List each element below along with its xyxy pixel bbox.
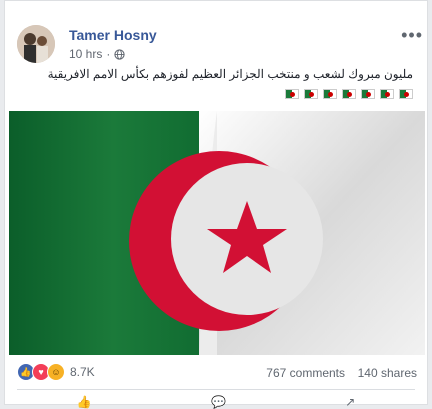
more-options-button[interactable]: ••• bbox=[401, 25, 423, 46]
separator-dot: · bbox=[106, 47, 111, 61]
algeria-flag-icon bbox=[399, 89, 413, 99]
post-actions: 👍 💬 ↗ bbox=[17, 395, 415, 409]
comments-count[interactable]: 767 comments bbox=[266, 366, 345, 380]
post-meta: 10 hrs · bbox=[69, 47, 125, 61]
post-header: Tamer Hosny 10 hrs · ••• bbox=[15, 21, 425, 63]
flag-emoji-row bbox=[285, 89, 413, 99]
algeria-flag-icon bbox=[323, 89, 337, 99]
reactions-summary[interactable]: 👍 ♥ ☺ 8.7K bbox=[17, 363, 95, 381]
avatar-image bbox=[17, 25, 55, 63]
like-button-icon[interactable]: 👍 bbox=[77, 395, 92, 409]
divider bbox=[17, 389, 415, 390]
haha-icon: ☺ bbox=[47, 363, 65, 381]
algeria-flag-icon bbox=[380, 89, 394, 99]
algeria-flag-image bbox=[9, 111, 425, 355]
post-image[interactable] bbox=[9, 111, 425, 355]
post-stats: 👍 ♥ ☺ 8.7K 767 comments 140 shares bbox=[17, 363, 417, 383]
algeria-flag-icon bbox=[304, 89, 318, 99]
author-avatar[interactable] bbox=[17, 25, 55, 63]
shares-count[interactable]: 140 shares bbox=[358, 366, 417, 380]
post-card: Tamer Hosny 10 hrs · ••• مليون مبروك لشع… bbox=[4, 0, 428, 409]
post-time[interactable]: 10 hrs bbox=[69, 47, 102, 61]
author-name[interactable]: Tamer Hosny bbox=[69, 27, 157, 43]
post-text: مليون مبروك لشعب و منتخب الجزائر العظيم … bbox=[47, 67, 413, 81]
share-button-icon[interactable]: ↗ bbox=[345, 395, 355, 409]
algeria-flag-icon bbox=[285, 89, 299, 99]
algeria-flag-icon bbox=[361, 89, 375, 99]
reaction-count: 8.7K bbox=[70, 365, 95, 379]
globe-icon bbox=[114, 48, 125, 60]
algeria-flag-icon bbox=[342, 89, 356, 99]
comment-button-icon[interactable]: 💬 bbox=[211, 395, 226, 409]
